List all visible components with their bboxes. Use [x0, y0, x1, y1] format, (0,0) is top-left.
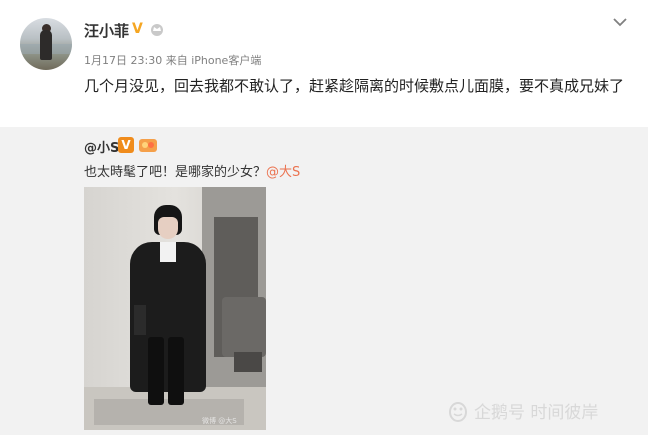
gold-v-icon: V	[132, 21, 143, 37]
photo-boot-left	[148, 337, 164, 405]
repost-photo[interactable]: 微博 @大S	[84, 187, 266, 430]
post-meta: 1月17日 23:30 来自 iPhone客户端	[84, 52, 261, 68]
watermark-text: 企鹅号 时间彼岸	[474, 403, 599, 423]
post-text: 几个月没见，回去我都不敢认了，赶紧趁隔离的时候敷点儿面膜，要不真成兄妹了	[84, 77, 625, 95]
site-watermark: 企鹅号 时间彼岸	[446, 398, 598, 423]
avatar-figure	[40, 30, 52, 60]
repost-text-body: 也太時髦了吧！是哪家的少女？	[84, 165, 267, 180]
orange-v-icon: V	[118, 137, 134, 153]
crown-icon	[151, 24, 163, 36]
photo-person-bag	[134, 305, 146, 335]
avatar[interactable]	[20, 18, 72, 70]
chevron-down-icon[interactable]	[612, 16, 628, 28]
repost-username[interactable]: @小S	[84, 137, 119, 156]
vip-badge-icon	[139, 139, 157, 152]
photo-person-collar	[160, 242, 176, 262]
photo-chair	[222, 297, 266, 357]
repost-text: 也太時髦了吧！是哪家的少女？@大S	[84, 161, 300, 180]
post-time[interactable]: 1月17日 23:30	[84, 54, 162, 67]
post-source: 来自 iPhone客户端	[165, 54, 262, 67]
photo-chair-base	[234, 352, 262, 372]
repost-mention-link[interactable]: @大S	[266, 165, 300, 180]
photo-person-face	[158, 217, 178, 239]
post-username[interactable]: 汪小菲	[84, 20, 129, 41]
photo-watermark: 微博 @大S	[202, 417, 237, 425]
penguin-logo-icon	[449, 401, 467, 422]
photo-person-boots	[146, 337, 186, 405]
photo-boot-right	[168, 337, 184, 405]
